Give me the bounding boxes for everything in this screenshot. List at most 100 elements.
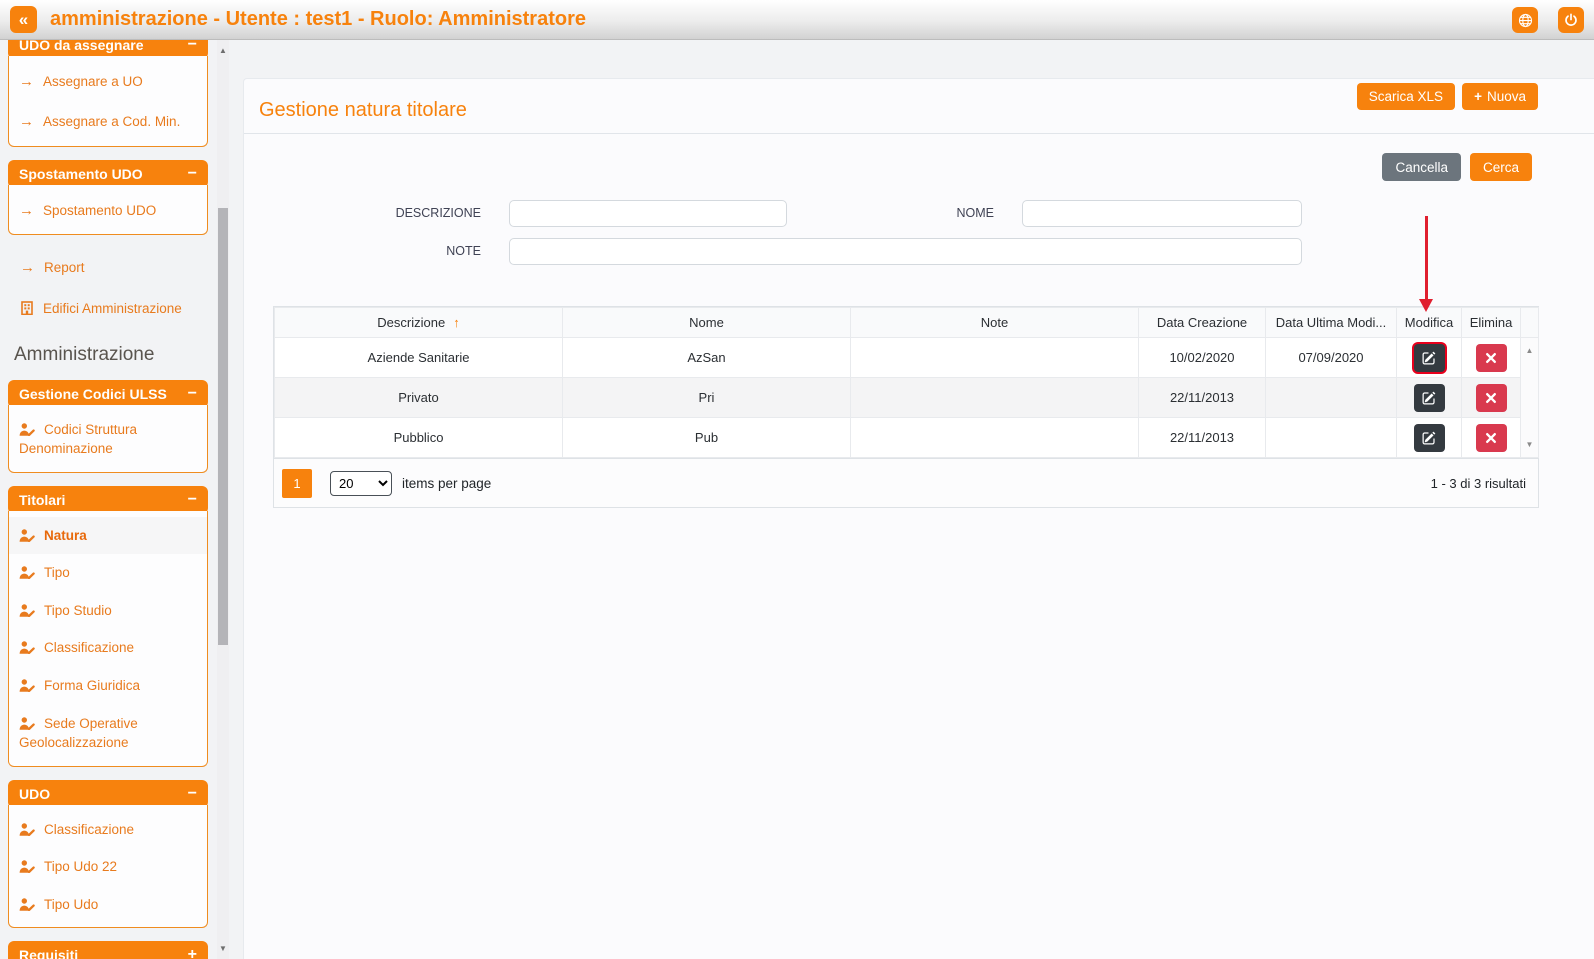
column-header-descrizione[interactable]: Descrizione↑ [275, 308, 563, 338]
sidebar-heading-amministrazione: Amministrazione [14, 344, 208, 366]
scroll-up-icon[interactable]: ▲ [1521, 346, 1538, 355]
table-row: PubblicoPub22/11/2013 [275, 418, 1539, 458]
delete-row-button[interactable] [1476, 424, 1507, 452]
edit-row-button[interactable] [1414, 384, 1445, 412]
sidebar-section-titolari[interactable]: Titolari− [8, 486, 208, 514]
scroll-up-icon[interactable]: ▲ [217, 46, 229, 55]
x-icon [1485, 432, 1497, 444]
sidebar-item-spostamento-udo[interactable]: →Spostamento UDO [9, 191, 207, 231]
column-header-note[interactable]: Note [851, 308, 1139, 338]
sidebar-item-tipo-udo[interactable]: Tipo Udo [9, 886, 207, 924]
column-header-elimina[interactable]: Elimina [1462, 308, 1521, 338]
header-actions: Scarica XLS +Nuova [1357, 83, 1538, 110]
column-header-nome[interactable]: Nome [563, 308, 851, 338]
page-1-button[interactable]: 1 [282, 469, 312, 498]
cell-modifica [1397, 418, 1462, 458]
sidebar-scrollbar[interactable]: ▲ ▼ [217, 40, 229, 959]
scroll-down-icon[interactable]: ▼ [1521, 440, 1538, 449]
sidebar-item-label: Natura [44, 528, 87, 543]
sidebar-item-label: Classificazione [44, 822, 134, 837]
sidebar-item-assegnare-a-uo[interactable]: →Assegnare a UO [9, 62, 207, 102]
sidebar-collapse-button[interactable]: « [10, 6, 37, 33]
cell-nome: AzSan [563, 338, 851, 378]
collapse-icon[interactable]: − [188, 491, 197, 509]
collapse-icon[interactable]: − [188, 385, 197, 403]
sidebar-item-codici-struttura-denominazione[interactable]: Codici Struttura Denominazione [9, 411, 207, 468]
user-edit-icon [19, 423, 35, 436]
column-header-data-ultima-modi[interactable]: Data Ultima Modi... [1266, 308, 1397, 338]
sidebar-section-spostamento-udo[interactable]: Spostamento UDO − [8, 160, 208, 188]
column-header-modifica[interactable]: Modifica [1397, 308, 1462, 338]
delete-row-button[interactable] [1476, 344, 1507, 372]
sidebar-section-udo[interactable]: UDO− [8, 780, 208, 808]
sidebar-section-gestione-codici-ulss[interactable]: Gestione Codici ULSS − [8, 380, 208, 408]
sidebar-item-classificazione[interactable]: Classificazione [9, 629, 207, 667]
section-title: Spostamento UDO [19, 166, 143, 182]
cell-data_ultima_modifica: 07/09/2020 [1266, 338, 1397, 378]
cell-note [851, 378, 1139, 418]
arrow-icon: → [20, 259, 35, 276]
sidebar-item-tipo-studio[interactable]: Tipo Studio [9, 592, 207, 630]
cerca-button[interactable]: Cerca [1470, 153, 1532, 181]
column-label: Modifica [1405, 315, 1453, 330]
results-count: 1 - 3 di 3 risultati [1431, 476, 1526, 491]
sidebar-item-label: Tipo [44, 565, 70, 580]
cell-nome: Pri [563, 378, 851, 418]
delete-row-button[interactable] [1476, 384, 1507, 412]
sidebar-item-sede-operative-geolocalizzazione[interactable]: Sede Operative Geolocalizzazione [9, 705, 207, 762]
logout-button[interactable] [1558, 7, 1584, 33]
collapse-icon[interactable]: − [188, 40, 197, 54]
annotation-arrow [1425, 216, 1428, 299]
sidebar-item-label: Assegnare a UO [43, 74, 143, 89]
sidebar: UDO da assegnare−→Assegnare a UO→Assegna… [0, 40, 230, 959]
sidebar-item-natura[interactable]: Natura [9, 517, 207, 555]
page-title: Gestione natura titolare [259, 99, 467, 122]
x-icon [1485, 352, 1497, 364]
scroll-down-icon[interactable]: ▼ [217, 944, 229, 953]
scrollbar-header-spacer [1521, 308, 1539, 338]
table-scrollbar[interactable]: ▲ ▼ [1520, 338, 1538, 457]
sidebar-item-tipo[interactable]: Tipo [9, 554, 207, 592]
edit-icon [1422, 431, 1436, 445]
edit-icon [1422, 391, 1436, 405]
cell-data_creazione: 22/11/2013 [1139, 418, 1266, 458]
search-actions: Cancella Cerca [1382, 153, 1532, 181]
edit-row-button[interactable] [1414, 344, 1445, 372]
cell-elimina [1462, 338, 1521, 378]
edit-icon [1422, 351, 1436, 365]
language-button[interactable] [1512, 7, 1538, 33]
nome-input[interactable] [1022, 200, 1302, 227]
expand-icon[interactable]: + [188, 946, 197, 959]
sidebar-scrollbar-thumb[interactable] [218, 208, 228, 645]
note-input[interactable] [509, 238, 1302, 265]
sidebar-item-tipo-udo-22[interactable]: Tipo Udo 22 [9, 848, 207, 886]
items-per-page-select[interactable]: 20 [330, 471, 392, 496]
scarica-xls-button[interactable]: Scarica XLS [1357, 83, 1455, 110]
sidebar-item-label: Sede Operative Geolocalizzazione [19, 716, 138, 751]
sidebar-item-label: Report [44, 260, 85, 275]
edit-row-button[interactable] [1414, 424, 1445, 452]
sidebar-item-classificazione[interactable]: Classificazione [9, 811, 207, 849]
user-edit-icon [19, 898, 35, 911]
column-header-data-creazione[interactable]: Data Creazione [1139, 308, 1266, 338]
cancella-button[interactable]: Cancella [1382, 153, 1461, 181]
topbar: « amministrazione - Utente : test1 - Ruo… [0, 0, 1594, 40]
cell-descrizione: Pubblico [275, 418, 563, 458]
section-title: Gestione Codici ULSS [19, 386, 167, 402]
collapse-icon[interactable]: − [188, 165, 197, 183]
sidebar-item-report[interactable]: → Report [8, 248, 208, 288]
chevrons-left-icon: « [19, 10, 28, 29]
sidebar-item-assegnare-a-cod-min[interactable]: →Assegnare a Cod. Min. [9, 102, 207, 142]
items-per-page-label: items per page [402, 476, 491, 491]
collapse-icon[interactable]: − [188, 785, 197, 803]
sidebar-item-label: Classificazione [44, 640, 134, 655]
sidebar-item-edifici-amministrazione[interactable]: Edifici Amministrazione [8, 290, 208, 328]
sidebar-section-requisiti[interactable]: Requisiti+ [8, 941, 208, 959]
nuova-button[interactable]: +Nuova [1462, 83, 1538, 110]
sidebar-item-forma-giuridica[interactable]: Forma Giuridica [9, 667, 207, 705]
results-table: Descrizione↑NomeNoteData CreazioneData U… [273, 306, 1539, 508]
content-panel: Gestione natura titolare Scarica XLS +Nu… [243, 78, 1594, 959]
plus-icon: + [1474, 89, 1482, 104]
user-edit-icon [19, 604, 35, 617]
user-edit-icon [19, 717, 35, 730]
